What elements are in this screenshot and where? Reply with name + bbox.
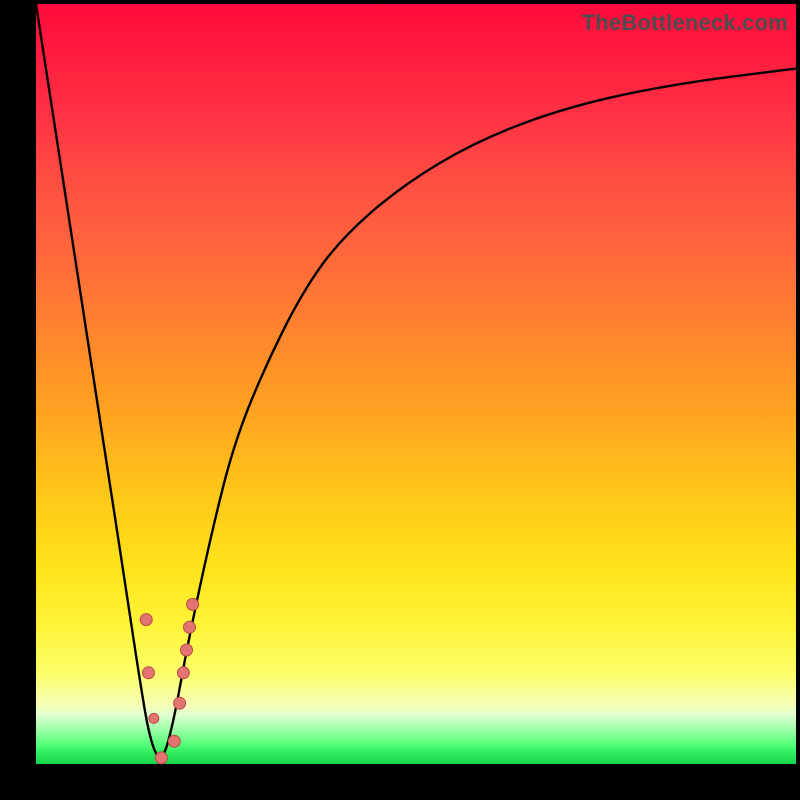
data-point (168, 735, 180, 747)
plot-area: TheBottleneck.com (36, 4, 796, 764)
data-point (184, 621, 196, 633)
data-point (149, 713, 159, 723)
data-point (174, 697, 186, 709)
data-point (181, 644, 193, 656)
data-point (187, 598, 199, 610)
data-point (140, 614, 152, 626)
bottleneck-curve (36, 4, 796, 757)
chart-frame: TheBottleneck.com (0, 0, 800, 800)
data-markers (140, 598, 198, 764)
curve-svg (36, 4, 796, 764)
data-point (155, 752, 167, 764)
data-point (177, 667, 189, 679)
data-point (143, 667, 155, 679)
